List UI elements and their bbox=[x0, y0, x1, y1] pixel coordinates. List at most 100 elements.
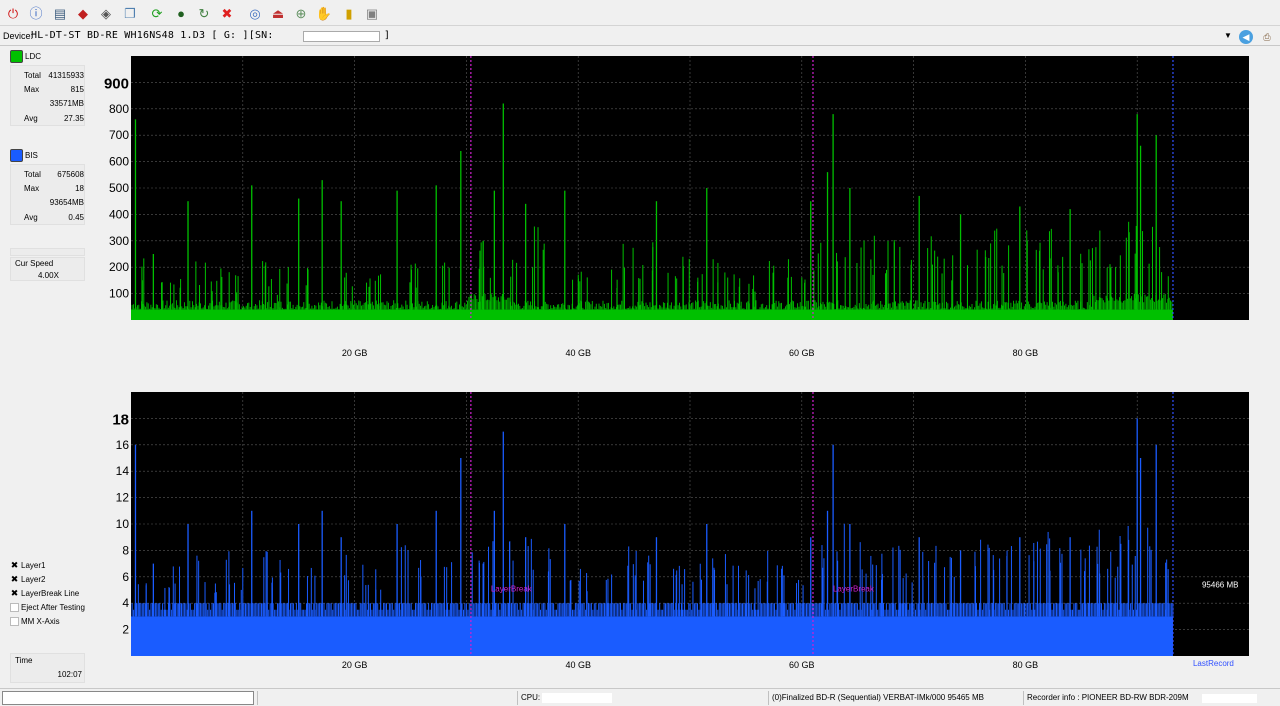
x-tick-label: 20 GB bbox=[342, 348, 368, 358]
time-label: Time bbox=[15, 656, 33, 665]
option-mm-x-axis[interactable]: MM X-Axis bbox=[10, 615, 60, 628]
layerbreak-label: LayerBreak bbox=[833, 584, 875, 593]
x-tick-label: 20 GB bbox=[342, 660, 368, 670]
mm-x-axis-label: MM X-Axis bbox=[21, 617, 60, 626]
ldc-max-value: 815 bbox=[70, 85, 84, 94]
y-tick-label: 700 bbox=[109, 128, 129, 142]
time-box: Time 102:07 bbox=[10, 653, 85, 683]
ldc-stats: Total 41315933 Max 815 33571MB Avg 27.35 bbox=[10, 65, 85, 126]
y-max-label: 18 bbox=[112, 411, 129, 428]
drive-icon[interactable]: ▤ bbox=[50, 3, 70, 23]
layer1-checkbox[interactable]: ✖ bbox=[10, 560, 19, 570]
layer1-label: Layer1 bbox=[21, 561, 46, 570]
disc-info-icon[interactable]: ⓘ bbox=[26, 3, 46, 23]
y-tick-label: 16 bbox=[116, 438, 130, 452]
print-icon[interactable]: ⎙ bbox=[1260, 30, 1274, 44]
x-tick-label: 60 GB bbox=[789, 348, 815, 358]
y-tick-label: 200 bbox=[109, 260, 129, 274]
layer2-label: Layer2 bbox=[21, 575, 46, 584]
stop-icon[interactable]: ✖ bbox=[217, 3, 237, 23]
bis-label: BIS bbox=[25, 150, 38, 160]
layerbreak-line-checkbox[interactable]: ✖ bbox=[10, 588, 19, 598]
erase-icon[interactable]: ◆ bbox=[73, 3, 93, 23]
option-layer1[interactable]: ✖ Layer1 bbox=[10, 559, 46, 572]
chart-area: 100 200 300 400 500 600 700 800 900 20 GB 40 GB 60 … bbox=[90, 47, 1280, 687]
y-tick-label: 300 bbox=[109, 234, 129, 248]
y-tick-label: 10 bbox=[116, 517, 130, 531]
disc-icon[interactable]: ◎ bbox=[245, 3, 265, 23]
x-tick-label: 60 GB bbox=[789, 660, 815, 670]
bis-max-label: Max bbox=[24, 184, 40, 193]
recorder-info-field bbox=[1202, 694, 1257, 703]
layerbreak-label: LayerBreak bbox=[491, 584, 533, 593]
y-tick-label: 800 bbox=[109, 102, 129, 116]
serial-number-close: ] bbox=[384, 30, 391, 41]
bis-total-value: 675608 bbox=[57, 170, 84, 179]
eject-after-testing-label: Eject After Testing bbox=[21, 603, 85, 612]
ldc-total-value: 41315933 bbox=[48, 71, 84, 80]
x-tick-label: 80 GB bbox=[1013, 348, 1039, 358]
status-cpu: CPU: bbox=[517, 691, 767, 705]
bis-total-label: Total bbox=[24, 170, 41, 179]
toolbar: ⏻ ⓘ ▤ ◆ ◈ ❐ ⟳ ● ↻ ✖ ◎ ⏏ ⊕ ✋ ▮ ▣ bbox=[0, 0, 1280, 26]
chart-ldc: 100 200 300 400 500 600 700 800 900 20 GB 40 GB 60 … bbox=[104, 56, 1249, 358]
y-tick-label: 4 bbox=[122, 596, 129, 610]
back-icon[interactable]: ◀ bbox=[1239, 30, 1253, 44]
end-value-label: 95466 MB bbox=[1202, 580, 1238, 589]
y-tick-label: 8 bbox=[122, 543, 129, 557]
bis-color-swatch[interactable] bbox=[10, 148, 23, 162]
refresh-icon[interactable]: ⟳ bbox=[147, 3, 167, 23]
cur-speed-value: 4.00X bbox=[38, 271, 59, 280]
option-layerbreak-line[interactable]: ✖ LayerBreak Line bbox=[10, 587, 80, 600]
chart-icon[interactable]: ▮ bbox=[339, 3, 359, 23]
option-layer2[interactable]: ✖ Layer2 bbox=[10, 573, 46, 586]
cpu-label: CPU: bbox=[521, 693, 541, 702]
cpu-meter bbox=[542, 692, 613, 703]
settings-icon[interactable]: ✋ bbox=[314, 3, 334, 23]
layer2-checkbox[interactable]: ✖ bbox=[10, 574, 19, 584]
start-test-icon[interactable]: ● bbox=[171, 3, 191, 23]
power-icon[interactable]: ⏻ bbox=[3, 3, 23, 23]
y-tick-label: 400 bbox=[109, 207, 129, 221]
eject-after-testing-checkbox[interactable] bbox=[10, 603, 19, 612]
device-dropdown-arrow[interactable]: ▼ bbox=[1224, 31, 1232, 40]
y-max-label: 900 bbox=[104, 75, 129, 92]
sidebar: LDC Total 41315933 Max 815 33571MB Avg 27.3… bbox=[0, 47, 88, 687]
y-tick-label: 500 bbox=[109, 181, 129, 195]
ldc-avg-label: Avg bbox=[24, 114, 38, 123]
burn-icon[interactable]: ◈ bbox=[96, 3, 116, 23]
device-name[interactable]: HL-DT-ST BD-RE WH16NS48 1.D3 [ G: ][SN: bbox=[31, 30, 274, 41]
y-tick-label: 2 bbox=[122, 623, 129, 637]
option-eject-after-testing[interactable]: Eject After Testing bbox=[10, 601, 85, 614]
status-input[interactable] bbox=[2, 691, 254, 705]
last-record-label: LastRecord bbox=[1193, 659, 1234, 668]
ldc-max-label: Max bbox=[24, 85, 40, 94]
y-tick-label: 12 bbox=[116, 491, 130, 505]
eject-icon[interactable]: ⏏ bbox=[268, 3, 288, 23]
write-icon[interactable]: ⊕ bbox=[291, 3, 311, 23]
rescan-icon[interactable]: ↻ bbox=[194, 3, 214, 23]
bis-stats: Total 675608 Max 18 93654MB Avg 0.45 bbox=[10, 164, 85, 225]
y-tick-label: 6 bbox=[122, 570, 129, 584]
bis-avg-label: Avg bbox=[24, 213, 38, 222]
time-value: 102:07 bbox=[57, 670, 82, 679]
mm-x-axis-checkbox[interactable] bbox=[10, 617, 19, 626]
x-tick-label: 40 GB bbox=[565, 348, 591, 358]
save-icon[interactable]: ▣ bbox=[362, 3, 382, 23]
bis-avg-value: 0.45 bbox=[68, 213, 84, 222]
cur-speed-label: Cur Speed bbox=[15, 259, 54, 268]
y-tick-label: 100 bbox=[109, 287, 129, 301]
cur-speed-box: Cur Speed 4.00X bbox=[10, 257, 85, 281]
ldc-legend: LDC bbox=[10, 49, 41, 63]
ldc-max-position: 33571MB bbox=[49, 99, 84, 108]
bis-baseline-fill bbox=[131, 616, 1173, 656]
ldc-label: LDC bbox=[25, 51, 42, 61]
copy-icon[interactable]: ❐ bbox=[120, 3, 140, 23]
ldc-baseline-fill bbox=[131, 309, 1173, 320]
ldc-color-swatch[interactable] bbox=[10, 49, 23, 63]
status-cell-empty bbox=[257, 691, 513, 705]
bis-legend: BIS bbox=[10, 148, 38, 162]
ldc-avg-value: 27.35 bbox=[63, 114, 84, 123]
x-tick-label: 40 GB bbox=[565, 660, 591, 670]
layerbreak-line-label: LayerBreak Line bbox=[21, 589, 80, 598]
